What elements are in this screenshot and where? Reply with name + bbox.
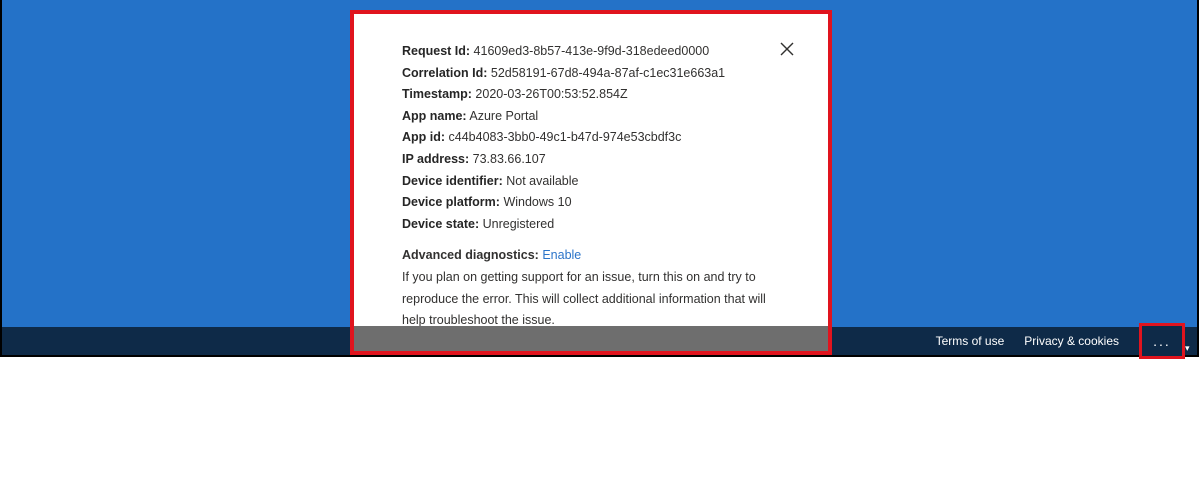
detail-value: c44b4083-3bb0-49c1-b47d-974e53cbdf3c <box>448 130 682 145</box>
detail-value: 2020-03-26T00:53:52.854Z <box>475 87 628 102</box>
detail-value: 73.83.66.107 <box>472 151 546 166</box>
advanced-diagnostics-section: Advanced diagnostics: Enable If you plan… <box>402 245 782 331</box>
detail-label: Device platform: <box>402 195 500 210</box>
enable-diagnostics-link[interactable]: Enable <box>542 248 581 262</box>
chevron-down-icon: ▾ <box>1185 343 1190 353</box>
detail-row-timestamp: Timestamp: 2020-03-26T00:53:52.854Z <box>402 84 782 106</box>
privacy-cookies-link[interactable]: Privacy & cookies <box>1024 334 1119 348</box>
panel-bottom-bar <box>354 326 828 351</box>
detail-value: 41609ed3-8b57-413e-9f9d-318edeed0000 <box>473 44 710 58</box>
detail-label: Request Id: <box>402 44 471 58</box>
details-list: Request Id: 41609ed3-8b57-413e-9f9d-318e… <box>402 41 782 332</box>
detail-label: IP address: <box>402 151 470 166</box>
detail-row-device-identifier: Device identifier: Not available <box>402 171 782 193</box>
more-options-icon: ... <box>1153 333 1171 349</box>
detail-label: Device identifier: <box>402 173 503 188</box>
detail-row-device-state: Device state: Unregistered <box>402 214 782 236</box>
detail-label: Correlation Id: <box>402 65 488 80</box>
detail-row-request-id: Request Id: 41609ed3-8b57-413e-9f9d-318e… <box>402 41 782 63</box>
detail-row-app-id: App id: c44b4083-3bb0-49c1-b47d-974e53cb… <box>402 127 782 149</box>
more-options-button[interactable]: ... <box>1139 323 1185 359</box>
screen: Terms of use Privacy & cookies ... ▾ Req… <box>0 0 1199 359</box>
detail-label: App id: <box>402 130 446 145</box>
detail-value: Not available <box>506 173 579 188</box>
advanced-diagnostics-description: If you plan on getting support for an is… <box>402 269 766 328</box>
detail-value: Azure Portal <box>469 108 539 123</box>
detail-row-correlation-id: Correlation Id: 52d58191-67d8-494a-87af-… <box>402 63 782 85</box>
advanced-diagnostics-header: Advanced diagnostics: Enable <box>402 245 782 267</box>
terms-of-use-link[interactable]: Terms of use <box>936 334 1005 348</box>
detail-label: Timestamp: <box>402 87 472 102</box>
detail-value: Unregistered <box>482 216 555 231</box>
detail-row-device-platform: Device platform: Windows 10 <box>402 192 782 214</box>
detail-row-app-name: App name: Azure Portal <box>402 106 782 128</box>
detail-value: 52d58191-67d8-494a-87af-c1ec31e663a1 <box>490 65 726 80</box>
detail-label: App name: <box>402 108 467 123</box>
advanced-diagnostics-label: Advanced diagnostics: <box>402 248 539 263</box>
detail-row-ip-address: IP address: 73.83.66.107 <box>402 149 782 171</box>
detail-label: Device state: <box>402 216 480 231</box>
error-details-panel: Request Id: 41609ed3-8b57-413e-9f9d-318e… <box>350 10 832 355</box>
detail-value: Windows 10 <box>503 195 572 210</box>
